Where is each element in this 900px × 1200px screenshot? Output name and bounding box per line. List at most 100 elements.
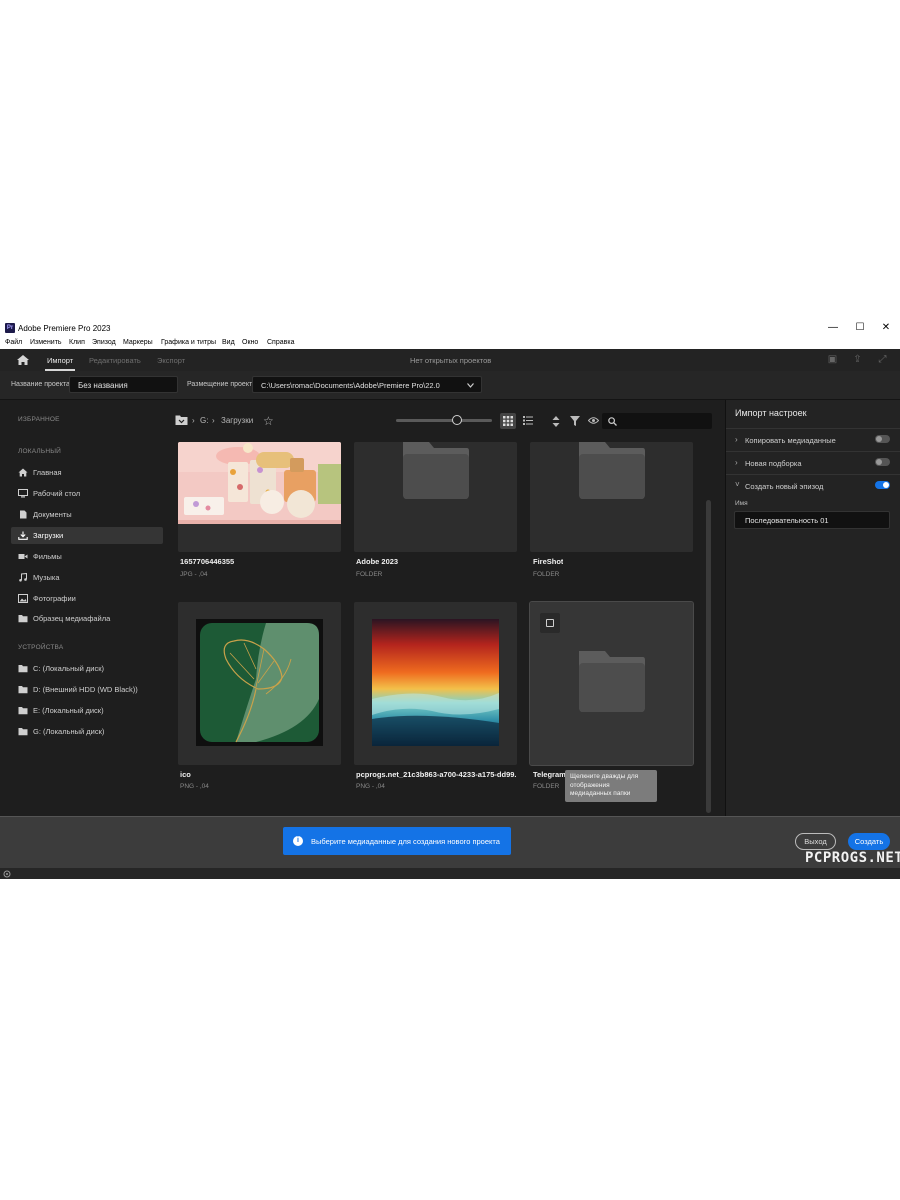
- minimize-button[interactable]: —: [826, 322, 840, 333]
- project-location-select[interactable]: C:\Users\romac\Documents\Adobe\Premiere …: [252, 376, 482, 393]
- folder-icon: [18, 615, 28, 623]
- favorites-heading: ИЗБРАННОЕ: [18, 416, 60, 423]
- file-name: Adobe 2023: [356, 557, 399, 566]
- new-bin-row[interactable]: › Новая подборка: [726, 451, 900, 474]
- file-tile-pcprogs-image[interactable]: [354, 602, 517, 765]
- workspaces-icon[interactable]: ▣: [827, 354, 838, 365]
- filter-button[interactable]: [567, 413, 583, 429]
- info-icon: i: [293, 836, 303, 846]
- browser-scrollbar[interactable]: [706, 500, 711, 813]
- fullscreen-icon[interactable]: ⤢: [877, 354, 888, 365]
- sidebar-item-drive-e[interactable]: E: (Локальный диск): [11, 702, 163, 719]
- music-note-icon: [19, 573, 27, 582]
- select-media-notice: i Выберите медиаданные для создания ново…: [283, 827, 511, 855]
- sidebar-item-label: Образец медиафайла: [33, 614, 111, 623]
- sidebar-item-drive-d[interactable]: D: (Внешний HDD (WD Black)): [11, 681, 163, 698]
- file-tile-ico[interactable]: [178, 602, 341, 765]
- menu-graphics[interactable]: Графика и титры: [161, 339, 216, 346]
- star-icon[interactable]: ☆: [263, 414, 274, 428]
- sidebar-item-label: Загрузки: [33, 531, 64, 540]
- document-icon: [20, 510, 27, 519]
- sidebar-item-label: Фотографии: [33, 594, 76, 603]
- share-icon[interactable]: ⇪: [852, 354, 863, 365]
- sidebar-item-drive-c[interactable]: C: (Локальный диск): [11, 660, 163, 677]
- file-tile-fireshot[interactable]: [530, 442, 693, 552]
- folder-nav-icon[interactable]: [175, 414, 188, 426]
- new-sequence-label: Создать новый эпизод: [745, 482, 824, 491]
- select-checkbox[interactable]: [540, 613, 560, 633]
- file-tile-adobe-2023[interactable]: [354, 442, 517, 552]
- new-bin-label: Новая подборка: [745, 459, 802, 468]
- file-name: FireShot: [533, 557, 564, 566]
- sidebar-item-sample-media[interactable]: Образец медиафайла: [11, 610, 163, 627]
- list-icon: [523, 416, 533, 425]
- sort-icon: [552, 416, 560, 427]
- maximize-button[interactable]: ☐: [853, 322, 867, 333]
- grid-view-button[interactable]: [500, 413, 516, 429]
- menu-view[interactable]: Вид: [222, 339, 235, 346]
- menu-sequence[interactable]: Эпизод: [92, 339, 116, 346]
- sidebar-item-label: E: (Локальный диск): [33, 706, 104, 715]
- folder-icon: [579, 651, 645, 712]
- video-camera-icon: [18, 554, 28, 559]
- menu-edit[interactable]: Изменить: [30, 339, 62, 346]
- sidebar-item-music[interactable]: Музыка: [11, 569, 163, 586]
- footer-bar: i Выберите медиаданные для создания ново…: [0, 816, 900, 869]
- folder-icon: [18, 707, 28, 715]
- leaf-art-thumbnail: [196, 619, 323, 746]
- list-view-button[interactable]: [520, 413, 536, 429]
- file-tile-1657706446355[interactable]: [178, 442, 341, 552]
- menu-window[interactable]: Окно: [242, 339, 258, 346]
- thumbnail-size-slider[interactable]: [396, 419, 492, 422]
- folder-icon: [18, 665, 28, 673]
- project-name-input[interactable]: Без названия: [69, 376, 178, 393]
- sidebar-item-home[interactable]: Главная: [11, 464, 163, 481]
- tab-edit[interactable]: Редактировать: [89, 356, 141, 365]
- sort-button[interactable]: [548, 413, 564, 429]
- new-sequence-toggle[interactable]: [875, 481, 890, 489]
- menu-markers[interactable]: Маркеры: [123, 339, 153, 346]
- sidebar-item-drive-g[interactable]: G: (Локальный диск): [11, 723, 163, 740]
- sidebar-item-desktop[interactable]: Рабочий стол: [11, 485, 163, 502]
- watermark: PCPROGS.NET: [805, 850, 900, 866]
- sidebar-item-label: D: (Внешний HDD (WD Black)): [33, 685, 138, 694]
- project-settings-bar: Название проекта Без названия Размещение…: [0, 371, 900, 400]
- file-meta: FOLDER: [356, 571, 383, 578]
- sequence-name-input[interactable]: Последовательность 01: [734, 511, 890, 529]
- file-name: ico: [180, 770, 191, 779]
- tab-import[interactable]: Импорт: [44, 356, 76, 371]
- visibility-button[interactable]: [585, 413, 601, 429]
- breadcrumb-drive[interactable]: G:: [200, 416, 208, 425]
- sidebar-item-photos[interactable]: Фотографии: [11, 590, 163, 607]
- filter-icon: [570, 416, 580, 426]
- chevron-right-icon: ›: [735, 435, 738, 444]
- sidebar-item-label: C: (Локальный диск): [33, 664, 104, 673]
- folder-icon: [18, 686, 28, 694]
- monitor-icon: [18, 489, 28, 498]
- sidebar-item-downloads[interactable]: Загрузки: [11, 527, 163, 544]
- copy-media-toggle[interactable]: [875, 435, 890, 443]
- status-bar: [0, 868, 900, 879]
- menu-help[interactable]: Справка: [267, 339, 294, 346]
- close-button[interactable]: ✕: [879, 322, 893, 333]
- tab-export[interactable]: Экспорт: [157, 356, 185, 365]
- sidebar-item-movies[interactable]: Фильмы: [11, 548, 163, 565]
- create-button[interactable]: Создать: [848, 833, 890, 850]
- breadcrumb-folder[interactable]: Загрузки: [221, 416, 253, 425]
- home-icon[interactable]: [16, 354, 30, 366]
- thumbnail-size-slider-handle[interactable]: [452, 415, 462, 425]
- exit-button[interactable]: Выход: [795, 833, 836, 850]
- sidebar-item-documents[interactable]: Документы: [11, 506, 163, 523]
- new-sequence-row[interactable]: ˅ Создать новый эпизод Имя Последователь…: [726, 474, 900, 537]
- notice-text: Выберите медиаданные для создания нового…: [311, 837, 500, 846]
- new-bin-toggle[interactable]: [875, 458, 890, 466]
- search-input[interactable]: [602, 413, 712, 429]
- file-tile-telegram[interactable]: [529, 601, 694, 766]
- file-meta: FOLDER: [533, 783, 560, 790]
- menu-clip[interactable]: Клип: [69, 339, 85, 346]
- sidebar-item-label: Рабочий стол: [33, 489, 81, 498]
- copy-media-row[interactable]: › Копировать медиаданные: [726, 428, 900, 451]
- checkbox-icon: [546, 619, 554, 627]
- import-settings-panel: Импорт настроек › Копировать медиаданные…: [725, 400, 900, 816]
- menu-file[interactable]: Файл: [5, 339, 22, 346]
